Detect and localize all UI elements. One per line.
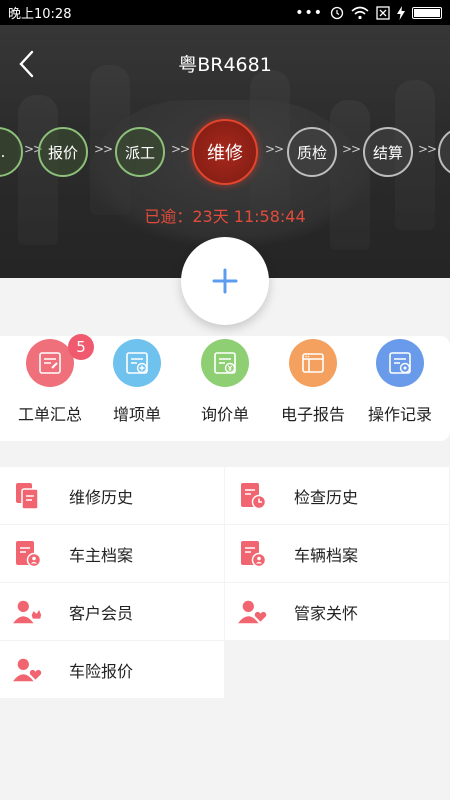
menu-item-customer-member[interactable]: 客户会员	[0, 583, 224, 640]
e-report-icon	[289, 339, 337, 387]
menu-item-label: 客户会员	[69, 603, 134, 623]
quick-action-label: 增项单	[112, 405, 161, 424]
quick-action-e-report[interactable]: 电子报告	[268, 336, 358, 441]
step-previous[interactable]: …	[0, 127, 23, 177]
wifi-icon	[351, 6, 369, 19]
menu-item-label: 车主档案	[69, 545, 134, 565]
insurance-quote-icon	[13, 655, 43, 685]
overdue-timer: 已逾：23天 11:58:44	[144, 207, 306, 226]
owner-profile-icon	[13, 539, 43, 569]
step-settlement[interactable]: 结算	[363, 127, 413, 177]
quick-action-label: 操作记录	[367, 405, 432, 424]
menu-item-butler-care[interactable]: 管家关怀	[225, 583, 449, 640]
menu-item-insurance-quote[interactable]: 车险报价	[0, 641, 224, 698]
quick-action-label: 电子报告	[280, 405, 345, 424]
operation-log-icon	[376, 339, 424, 387]
menu-item-label: 车险报价	[69, 661, 134, 681]
step-label: 派工	[124, 143, 155, 162]
no-sim-icon	[376, 5, 390, 20]
add-item-icon	[113, 339, 161, 387]
step-label: 质检	[296, 143, 327, 162]
step-label: 报价	[47, 143, 78, 162]
quick-action-work-order-summary[interactable]: 5 工单汇总	[5, 334, 95, 441]
step-label: 结算	[372, 143, 403, 162]
menu-item-label: 维修历史	[69, 487, 134, 507]
customer-member-icon	[13, 597, 43, 627]
step-arrow: >>	[171, 142, 190, 156]
menu-item-owner-profile[interactable]: 车主档案	[0, 525, 224, 582]
step-dispatch[interactable]: 派工	[115, 127, 165, 177]
page-title: 粤BR4681	[178, 54, 272, 76]
alarm-icon	[330, 6, 344, 19]
step-repair[interactable]: 维修	[192, 119, 258, 185]
butler-care-icon	[238, 597, 268, 627]
inspection-history-icon	[238, 481, 268, 511]
quick-action-add-item[interactable]: 增项单	[92, 336, 182, 441]
feature-menu: 维修历史 检查历史 车主档案 车辆档案 客户会员 管家关怀 车险报价	[0, 467, 450, 699]
menu-item-label: 管家关怀	[294, 603, 359, 623]
charging-icon	[397, 5, 405, 20]
vehicle-profile-icon	[238, 539, 268, 569]
step-arrow: >>	[94, 142, 113, 156]
step-next[interactable]	[438, 127, 450, 177]
step-arrow: >>	[342, 142, 361, 156]
menu-item-label: 检查历史	[294, 487, 359, 507]
inquiry-icon	[201, 339, 249, 387]
menu-item-inspection-history[interactable]: 检查历史	[225, 467, 449, 524]
step-label: 维修	[207, 143, 243, 164]
menu-item-vehicle-profile[interactable]: 车辆档案	[225, 525, 449, 582]
step-label: …	[0, 143, 6, 161]
workflow-steps: … >> 报价 >> 派工 >> 维修 >> 质检 >> 结算 >>	[0, 119, 450, 185]
step-arrow: >>	[265, 142, 284, 156]
menu-item-repair-history[interactable]: 维修历史	[0, 467, 224, 524]
more-notifications-icon: •••	[295, 4, 323, 21]
quick-action-operation-log[interactable]: 操作记录	[355, 336, 445, 441]
status-time: 晚上10:28	[8, 7, 72, 22]
status-bar: 晚上10:28 •••	[0, 0, 450, 25]
step-inspection[interactable]: 质检	[287, 127, 337, 177]
menu-item-label: 车辆档案	[294, 545, 359, 565]
plus-icon	[212, 268, 238, 294]
quick-action-inquiry[interactable]: 询价单	[180, 336, 270, 441]
battery-icon	[412, 6, 442, 19]
repair-history-icon	[13, 481, 43, 511]
notification-badge: 5	[68, 334, 94, 360]
add-button[interactable]	[181, 237, 269, 325]
quick-action-label: 询价单	[200, 405, 249, 424]
quick-actions: 5 工单汇总 增项单 询价单 电子报告 操作记录	[0, 334, 450, 441]
work-order-summary-icon: 5	[26, 334, 94, 387]
step-arrow: >>	[418, 142, 437, 156]
quick-action-label: 工单汇总	[17, 405, 82, 424]
step-quote[interactable]: 报价	[38, 127, 88, 177]
